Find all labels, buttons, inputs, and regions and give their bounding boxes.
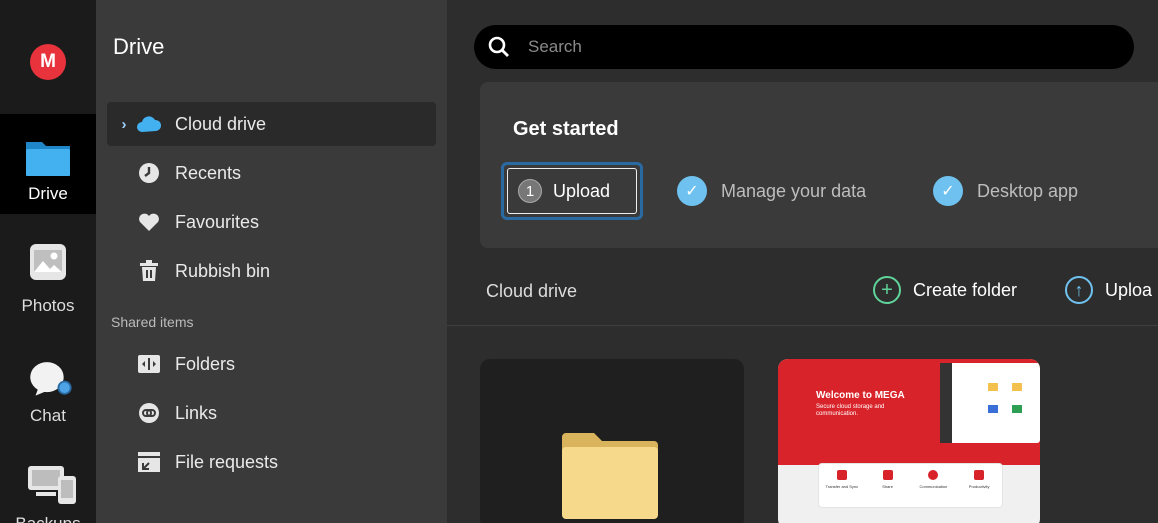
photos-icon [30,244,66,280]
folder-card[interactable] [480,359,744,523]
cloud-icon [133,115,165,133]
feature-label: Share [882,484,893,489]
rail-item-photos[interactable]: Photos [0,224,96,324]
sidebar-title: Drive [113,34,165,59]
get-started-desktop-step[interactable]: ✓ Desktop app [933,176,1078,206]
sidebar-item-label: Links [175,402,218,423]
shared-items-heading: Shared items [111,314,194,330]
rail-label-drive: Drive [28,184,68,203]
sidebar-item-links[interactable]: Links [107,391,436,435]
breadcrumb: Cloud drive [486,281,578,301]
feature-label: Communication [919,484,948,489]
folder-icon [26,142,70,176]
mega-logo[interactable]: M [30,44,66,80]
chat-icon [30,362,72,396]
sidebar-item-rubbish-bin[interactable]: Rubbish bin [107,249,436,293]
logo-letter: M [40,51,56,72]
rail-label-backups: Backups [0,514,96,523]
sidebar-item-label: Cloud drive [175,113,267,134]
thumbnail-subtext: Secure cloud storage and communication. [816,404,885,417]
sidebar: Drive › Cloud drive Recents Favourites R… [96,0,447,523]
get-started-title: Get started [513,118,619,140]
check-icon: ✓ [677,176,707,206]
sidebar-item-label: Recents [175,162,242,183]
upload-step-inner: 1 Upload [507,168,637,214]
preview-folder [988,383,998,391]
sidebar-item-label: Folders [175,353,236,374]
file-request-icon [133,452,165,472]
divider [447,325,1158,326]
desktop-step-label: Desktop app [977,180,1079,201]
sidebar-item-favourites[interactable]: Favourites [107,200,436,244]
sidebar-item-label: Rubbish bin [175,260,271,281]
thumbnail-features: Transfer and Sync Share Communication Pr… [818,463,1003,508]
create-folder-button[interactable]: + Create folder [873,276,1017,304]
get-started-upload-step[interactable]: 1 Upload [501,162,643,220]
link-icon [133,402,165,424]
trash-icon [133,260,165,282]
sidebar-item-recents[interactable]: Recents [107,151,436,195]
feature-item: Communication [913,470,953,489]
plus-icon: + [873,276,901,304]
get-started-panel: Get started 1 Upload ✓ Manage your data … [480,82,1158,248]
rail-item-chat[interactable]: Chat [0,334,96,434]
upload-button[interactable]: ↑ Uploa [1065,276,1152,304]
rail-label-photos: Photos [21,296,75,315]
devices-icon [28,466,76,504]
feature-label: Transfer and Sync [825,484,859,489]
clock-icon [133,162,165,184]
preview-sheet [1012,405,1022,413]
thumbnail-heading: Welcome to MEGA [816,390,905,401]
feature-label: Productivity [968,484,990,489]
preview-doc [988,405,998,413]
sidebar-item-label: Favourites [175,211,260,232]
rail-item-backups[interactable]: Backups [0,444,96,523]
main-content: Get started 1 Upload ✓ Manage your data … [447,0,1158,523]
sidebar-item-file-requests[interactable]: File requests [107,440,436,484]
search-icon [488,36,509,57]
preview-folder [1012,383,1022,391]
search-bar[interactable] [474,25,1134,69]
heart-icon [133,212,165,232]
sidebar-item-label: File requests [175,451,279,472]
create-folder-label: Create folder [913,279,1018,300]
preview-sidebar [940,363,952,443]
thumbnail-app-preview [940,363,1040,443]
upload-label: Uploa [1105,279,1153,300]
feature-icon [974,470,985,480]
check-icon: ✓ [933,176,963,206]
step-number-badge: 1 [518,179,542,203]
search-input[interactable] [528,37,1088,57]
rail-item-drive[interactable]: Drive [0,114,96,214]
file-thumbnail-card[interactable]: Welcome to MEGA Secure cloud storage and… [778,359,1040,523]
sidebar-item-shared-folders[interactable]: Folders [107,342,436,386]
folder-icon [562,433,658,519]
upload-step-label: Upload [553,180,611,201]
nav-rail: M Drive Photos Chat [0,0,96,523]
feature-item: Transfer and Sync [822,470,862,489]
feature-icon [928,470,939,480]
rail-label-chat: Chat [30,406,66,425]
sidebar-item-cloud-drive[interactable]: › Cloud drive [107,102,436,146]
chevron-right-icon[interactable]: › [107,116,133,133]
manage-step-label: Manage your data [721,180,867,201]
feature-item: Share [868,470,908,489]
feature-icon [882,470,893,480]
get-started-manage-step[interactable]: ✓ Manage your data [677,176,866,206]
feature-item: Productivity [959,470,999,489]
feature-icon [836,470,847,480]
shared-folders-icon [133,355,165,373]
upload-arrow-icon: ↑ [1065,276,1093,304]
